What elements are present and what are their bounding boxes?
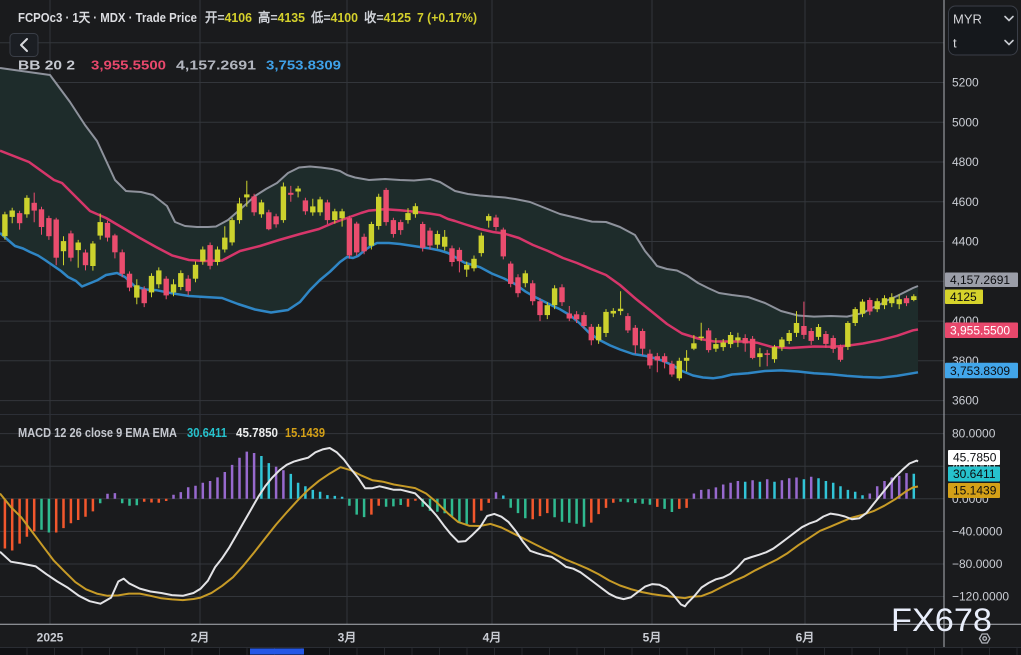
- svg-text:4125: 4125: [950, 290, 977, 304]
- svg-text:5200: 5200: [952, 76, 979, 90]
- svg-text:3月: 3月: [338, 631, 357, 645]
- svg-text:4800: 4800: [952, 155, 979, 169]
- svg-text:4400: 4400: [952, 235, 979, 249]
- svg-text:BB 20 2: BB 20 2: [18, 58, 75, 73]
- svg-text:80.0000: 80.0000: [952, 427, 996, 441]
- svg-text:t: t: [953, 36, 957, 51]
- svg-text:7 (+0.17%): 7 (+0.17%): [417, 10, 477, 25]
- svg-text:FX678: FX678: [891, 602, 992, 638]
- svg-text:FCPOc3 · 1天 · MDX · Trade Pric: FCPOc3 · 1天 · MDX · Trade Price: [18, 10, 197, 25]
- svg-text:4,157.2691: 4,157.2691: [176, 58, 256, 73]
- svg-text:收=4125: 收=4125: [364, 10, 411, 25]
- svg-text:2025: 2025: [37, 631, 64, 645]
- svg-text:6月: 6月: [796, 631, 815, 645]
- svg-text:45.7850: 45.7850: [953, 451, 997, 465]
- svg-text:15.1439: 15.1439: [953, 484, 997, 498]
- svg-text:−40.0000: −40.0000: [952, 524, 1003, 538]
- svg-text:3,955.5500: 3,955.5500: [91, 58, 166, 73]
- svg-text:30.6411: 30.6411: [953, 467, 996, 481]
- svg-text:15.1439: 15.1439: [285, 425, 325, 440]
- svg-text:45.7850: 45.7850: [236, 425, 278, 440]
- svg-text:3,955.5500: 3,955.5500: [950, 323, 1010, 337]
- svg-text:2月: 2月: [191, 631, 210, 645]
- svg-text:高=4135: 高=4135: [258, 10, 305, 25]
- svg-text:MYR: MYR: [953, 12, 982, 27]
- svg-text:4,157.2691: 4,157.2691: [950, 273, 1010, 287]
- svg-text:MACD 12 26 close 9 EMA EMA: MACD 12 26 close 9 EMA EMA: [18, 425, 178, 440]
- svg-text:4600: 4600: [952, 195, 979, 209]
- svg-text:5000: 5000: [952, 115, 979, 129]
- svg-text:−80.0000: −80.0000: [952, 557, 1003, 571]
- svg-text:5月: 5月: [643, 631, 662, 645]
- svg-text:3,753.8309: 3,753.8309: [950, 364, 1010, 378]
- svg-text:3600: 3600: [952, 394, 979, 408]
- svg-text:30.6411: 30.6411: [187, 425, 227, 440]
- svg-text:3,753.8309: 3,753.8309: [266, 58, 341, 73]
- svg-text:开=4106: 开=4106: [205, 10, 252, 25]
- svg-text:4月: 4月: [483, 631, 502, 645]
- svg-text:低=4100: 低=4100: [310, 10, 358, 25]
